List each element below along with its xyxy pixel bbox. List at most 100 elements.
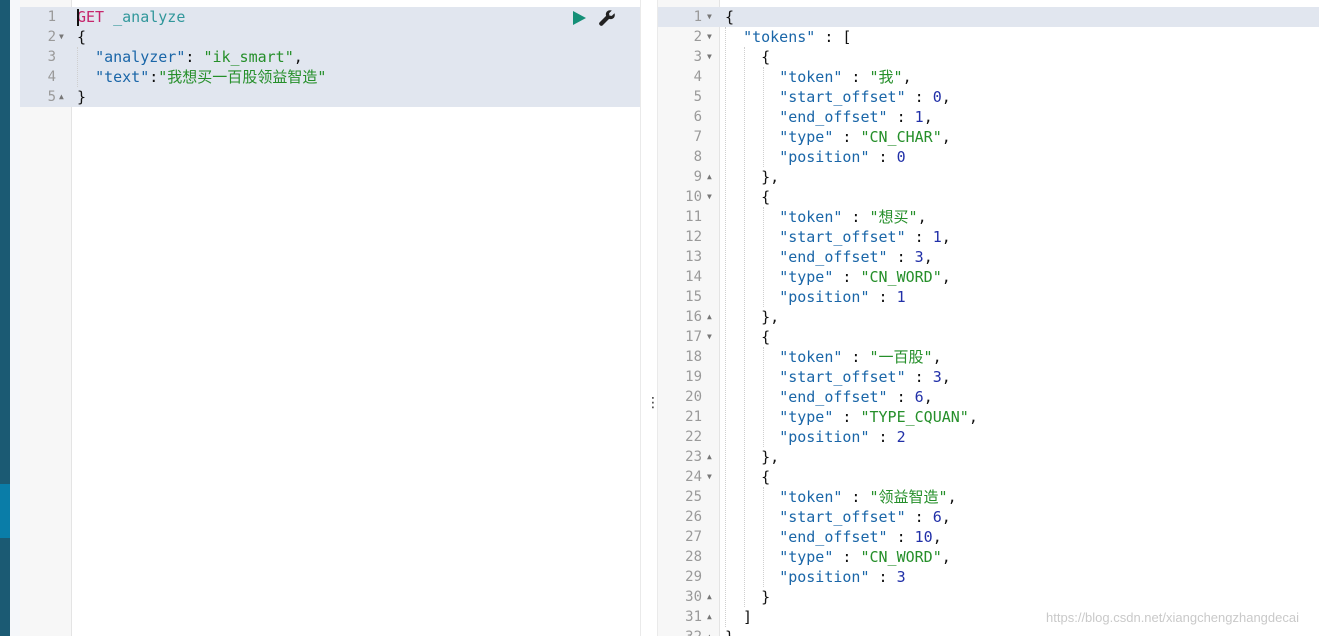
- run-request-button[interactable]: [570, 9, 588, 27]
- code-text[interactable]: }: [77, 87, 86, 107]
- code-text[interactable]: },: [725, 307, 779, 327]
- punctuation: :: [869, 568, 897, 586]
- fold-end-icon[interactable]: ▲: [59, 87, 64, 107]
- code-text[interactable]: "end_offset" : 10,: [725, 527, 942, 547]
- nav-selected-indicator[interactable]: [0, 484, 10, 538]
- code-line[interactable]: 4 "token" : "我",: [658, 67, 1319, 87]
- code-line[interactable]: 5 ▲}: [20, 87, 640, 107]
- punctuation: ,: [968, 408, 978, 426]
- fold-collapse-icon[interactable]: ▼: [707, 7, 712, 27]
- code-line[interactable]: 26 "start_offset" : 6,: [658, 507, 1319, 527]
- code-text[interactable]: "text":"我想买一百股领益智造": [77, 67, 326, 87]
- json-string: "领益智造": [869, 488, 948, 506]
- code-text[interactable]: },: [725, 167, 779, 187]
- punctuation: [725, 268, 779, 286]
- code-text[interactable]: "position" : 3: [725, 567, 905, 587]
- code-line[interactable]: 24 ▼ {: [658, 467, 1319, 487]
- code-line[interactable]: 27 "end_offset" : 10,: [658, 527, 1319, 547]
- code-text[interactable]: {: [725, 467, 770, 487]
- code-text[interactable]: "token" : "想买",: [725, 207, 926, 227]
- fold-collapse-icon[interactable]: ▼: [707, 27, 712, 47]
- fold-collapse-icon[interactable]: ▼: [707, 327, 712, 347]
- code-text[interactable]: },: [725, 447, 779, 467]
- code-text[interactable]: "start_offset" : 0,: [725, 87, 951, 107]
- code-line[interactable]: 4 "text":"我想买一百股领益智造": [20, 67, 640, 87]
- pane-resizer[interactable]: ⋮: [640, 0, 660, 636]
- code-text[interactable]: "type" : "CN_WORD",: [725, 547, 951, 567]
- code-text[interactable]: GET _analyze: [77, 7, 185, 27]
- code-line[interactable]: 9 ▲ },: [658, 167, 1319, 187]
- code-text[interactable]: }: [725, 627, 734, 636]
- resizer-handle-icon[interactable]: ⋮: [646, 396, 660, 410]
- code-line[interactable]: 3 "analyzer": "ik_smart",: [20, 47, 640, 67]
- code-text[interactable]: {: [725, 47, 770, 67]
- fold-collapse-icon[interactable]: ▼: [707, 467, 712, 487]
- fold-collapse-icon[interactable]: ▼: [707, 187, 712, 207]
- code-line[interactable]: 23 ▲ },: [658, 447, 1319, 467]
- code-line[interactable]: 18 "token" : "一百股",: [658, 347, 1319, 367]
- code-text[interactable]: "tokens" : [: [725, 27, 851, 47]
- code-line[interactable]: 2 ▼ {: [20, 27, 640, 47]
- code-line[interactable]: 1 GET _analyze: [20, 7, 640, 27]
- code-line[interactable]: 6 "end_offset" : 1,: [658, 107, 1319, 127]
- code-line[interactable]: 22 "position" : 2: [658, 427, 1319, 447]
- code-text[interactable]: ]: [725, 607, 752, 627]
- code-text[interactable]: "token" : "我",: [725, 67, 911, 87]
- code-line[interactable]: 32 ▲}: [658, 627, 1319, 636]
- code-line[interactable]: 5 "start_offset" : 0,: [658, 87, 1319, 107]
- code-text[interactable]: "position" : 1: [725, 287, 905, 307]
- code-text[interactable]: "end_offset" : 3,: [725, 247, 933, 267]
- code-line[interactable]: 10 ▼ {: [658, 187, 1319, 207]
- code-line[interactable]: 8 "position" : 0: [658, 147, 1319, 167]
- settings-wrench-button[interactable]: [597, 8, 617, 28]
- code-line[interactable]: 21 "type" : "TYPE_CQUAN",: [658, 407, 1319, 427]
- code-text[interactable]: {: [77, 27, 86, 47]
- code-text[interactable]: "position" : 2: [725, 427, 905, 447]
- code-line[interactable]: 29 "position" : 3: [658, 567, 1319, 587]
- code-text[interactable]: "end_offset" : 1,: [725, 107, 933, 127]
- code-line[interactable]: 2 ▼ "tokens" : [: [658, 27, 1319, 47]
- code-line[interactable]: 1 ▼ {: [658, 7, 1319, 27]
- fold-end-icon[interactable]: ▲: [707, 607, 712, 627]
- code-line[interactable]: 17 ▼ {: [658, 327, 1319, 347]
- response-viewer[interactable]: 1 ▼{2 ▼ "tokens" : [3 ▼ {4 "token" : "我", 5 …: [658, 0, 1319, 636]
- code-text[interactable]: "position" : 0: [725, 147, 905, 167]
- code-line[interactable]: 28 "type" : "CN_WORD",: [658, 547, 1319, 567]
- code-line[interactable]: 7 "type" : "CN_CHAR",: [658, 127, 1319, 147]
- code-text[interactable]: "type" : "CN_WORD",: [725, 267, 951, 287]
- code-text[interactable]: "analyzer": "ik_smart",: [77, 47, 303, 67]
- fold-collapse-icon[interactable]: ▼: [59, 27, 64, 47]
- code-text[interactable]: "start_offset" : 6,: [725, 507, 951, 527]
- code-line[interactable]: 19 "start_offset" : 3,: [658, 367, 1319, 387]
- code-text[interactable]: "start_offset" : 1,: [725, 227, 951, 247]
- code-line[interactable]: 15 "position" : 1: [658, 287, 1319, 307]
- code-line[interactable]: 16 ▲ },: [658, 307, 1319, 327]
- json-key: "analyzer": [95, 48, 186, 66]
- code-text[interactable]: "type" : "CN_CHAR",: [725, 127, 951, 147]
- code-line[interactable]: 3 ▼ {: [658, 47, 1319, 67]
- code-text[interactable]: {: [725, 327, 770, 347]
- code-line[interactable]: 20 "end_offset" : 6,: [658, 387, 1319, 407]
- code-line[interactable]: 30 ▲ }: [658, 587, 1319, 607]
- code-text[interactable]: "type" : "TYPE_CQUAN",: [725, 407, 978, 427]
- code-line[interactable]: 12 "start_offset" : 1,: [658, 227, 1319, 247]
- code-line[interactable]: 25 "token" : "领益智造",: [658, 487, 1319, 507]
- line-number: 4: [47, 69, 56, 85]
- code-line[interactable]: 11 "token" : "想买",: [658, 207, 1319, 227]
- request-editor[interactable]: 1 GET _analyze 2 ▼ {3 "analyzer": "ik_smart"…: [20, 0, 640, 636]
- code-text[interactable]: "end_offset" : 6,: [725, 387, 933, 407]
- code-text[interactable]: "token" : "一百股",: [725, 347, 941, 367]
- fold-end-icon[interactable]: ▲: [707, 587, 712, 607]
- fold-end-icon[interactable]: ▲: [707, 447, 712, 467]
- fold-end-icon[interactable]: ▲: [707, 307, 712, 327]
- fold-end-icon[interactable]: ▲: [707, 167, 712, 187]
- code-line[interactable]: 14 "type" : "CN_WORD",: [658, 267, 1319, 287]
- code-text[interactable]: {: [725, 187, 770, 207]
- code-text[interactable]: "start_offset" : 3,: [725, 367, 951, 387]
- code-text[interactable]: {: [725, 7, 734, 27]
- fold-end-icon[interactable]: ▲: [707, 627, 712, 636]
- code-text[interactable]: }: [725, 587, 770, 607]
- code-text[interactable]: "token" : "领益智造",: [725, 487, 956, 507]
- code-line[interactable]: 13 "end_offset" : 3,: [658, 247, 1319, 267]
- fold-collapse-icon[interactable]: ▼: [707, 47, 712, 67]
